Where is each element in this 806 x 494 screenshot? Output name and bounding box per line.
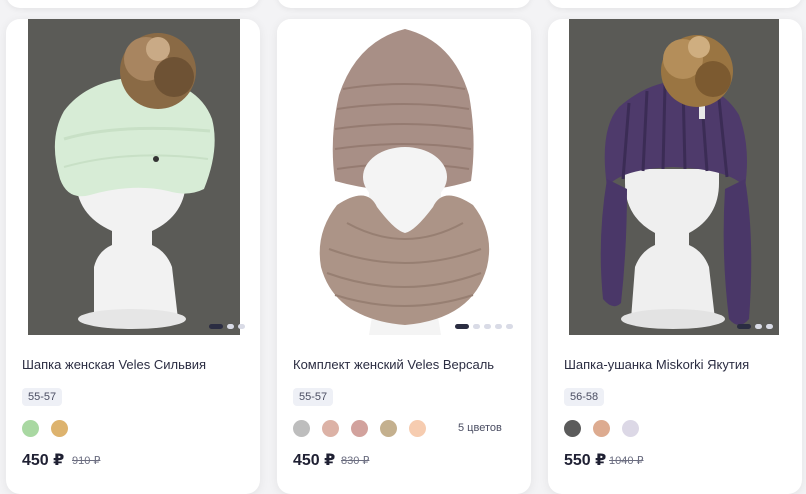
image-carousel-dots[interactable] [209, 324, 245, 329]
carousel-dot[interactable] [506, 324, 513, 329]
carousel-dot[interactable] [495, 324, 502, 329]
carousel-dot[interactable] [455, 324, 469, 329]
product-card[interactable]: Шапка женская Veles Сильвия 55-57 450 ₽ … [6, 19, 260, 494]
color-swatch[interactable] [593, 420, 610, 437]
color-swatch[interactable] [622, 420, 639, 437]
carousel-dot[interactable] [484, 324, 491, 329]
carousel-dot[interactable] [737, 324, 751, 329]
color-swatches [293, 420, 426, 437]
previous-row-card [277, 0, 531, 8]
color-swatch[interactable] [293, 420, 310, 437]
price: 550 ₽ [564, 452, 607, 469]
old-price: 1040 ₽ [609, 455, 644, 467]
product-name[interactable]: Шапка-ушанка Miskorki Якутия [564, 357, 749, 372]
carousel-dot[interactable] [227, 324, 234, 329]
color-swatch[interactable] [351, 420, 368, 437]
color-swatch[interactable] [51, 420, 68, 437]
color-swatches [22, 420, 68, 437]
product-card[interactable]: Комплект женский Veles Версаль 55-57 5 ц… [277, 19, 531, 494]
previous-row-card [548, 0, 802, 8]
image-carousel-dots[interactable] [455, 324, 513, 329]
product-image[interactable] [277, 19, 531, 335]
color-swatch[interactable] [22, 420, 39, 437]
carousel-dot[interactable] [755, 324, 762, 329]
product-name[interactable]: Комплект женский Veles Версаль [293, 357, 494, 372]
carousel-dot[interactable] [209, 324, 223, 329]
carousel-dot[interactable] [473, 324, 480, 329]
color-swatch[interactable] [380, 420, 397, 437]
product-image[interactable] [28, 19, 240, 335]
carousel-dot[interactable] [238, 324, 245, 329]
color-swatch[interactable] [564, 420, 581, 437]
image-carousel-dots[interactable] [737, 324, 773, 329]
size-badge[interactable]: 55-57 [22, 388, 63, 406]
color-swatch[interactable] [322, 420, 339, 437]
color-swatches [564, 420, 639, 437]
product-image[interactable] [569, 19, 779, 335]
old-price: 910 ₽ [72, 455, 101, 467]
carousel-dot[interactable] [766, 324, 773, 329]
size-badge[interactable]: 56-58 [564, 388, 605, 406]
old-price: 830 ₽ [341, 455, 370, 467]
size-badge[interactable]: 55-57 [293, 388, 334, 406]
price: 450 ₽ [22, 452, 65, 469]
colors-count-link[interactable]: 5 цветов [458, 422, 502, 434]
color-swatch[interactable] [409, 420, 426, 437]
price: 450 ₽ [293, 452, 336, 469]
product-card[interactable]: Шапка-ушанка Miskorki Якутия 56-58 550 ₽… [548, 19, 802, 494]
previous-row-card [6, 0, 260, 8]
product-name[interactable]: Шапка женская Veles Сильвия [22, 357, 206, 372]
